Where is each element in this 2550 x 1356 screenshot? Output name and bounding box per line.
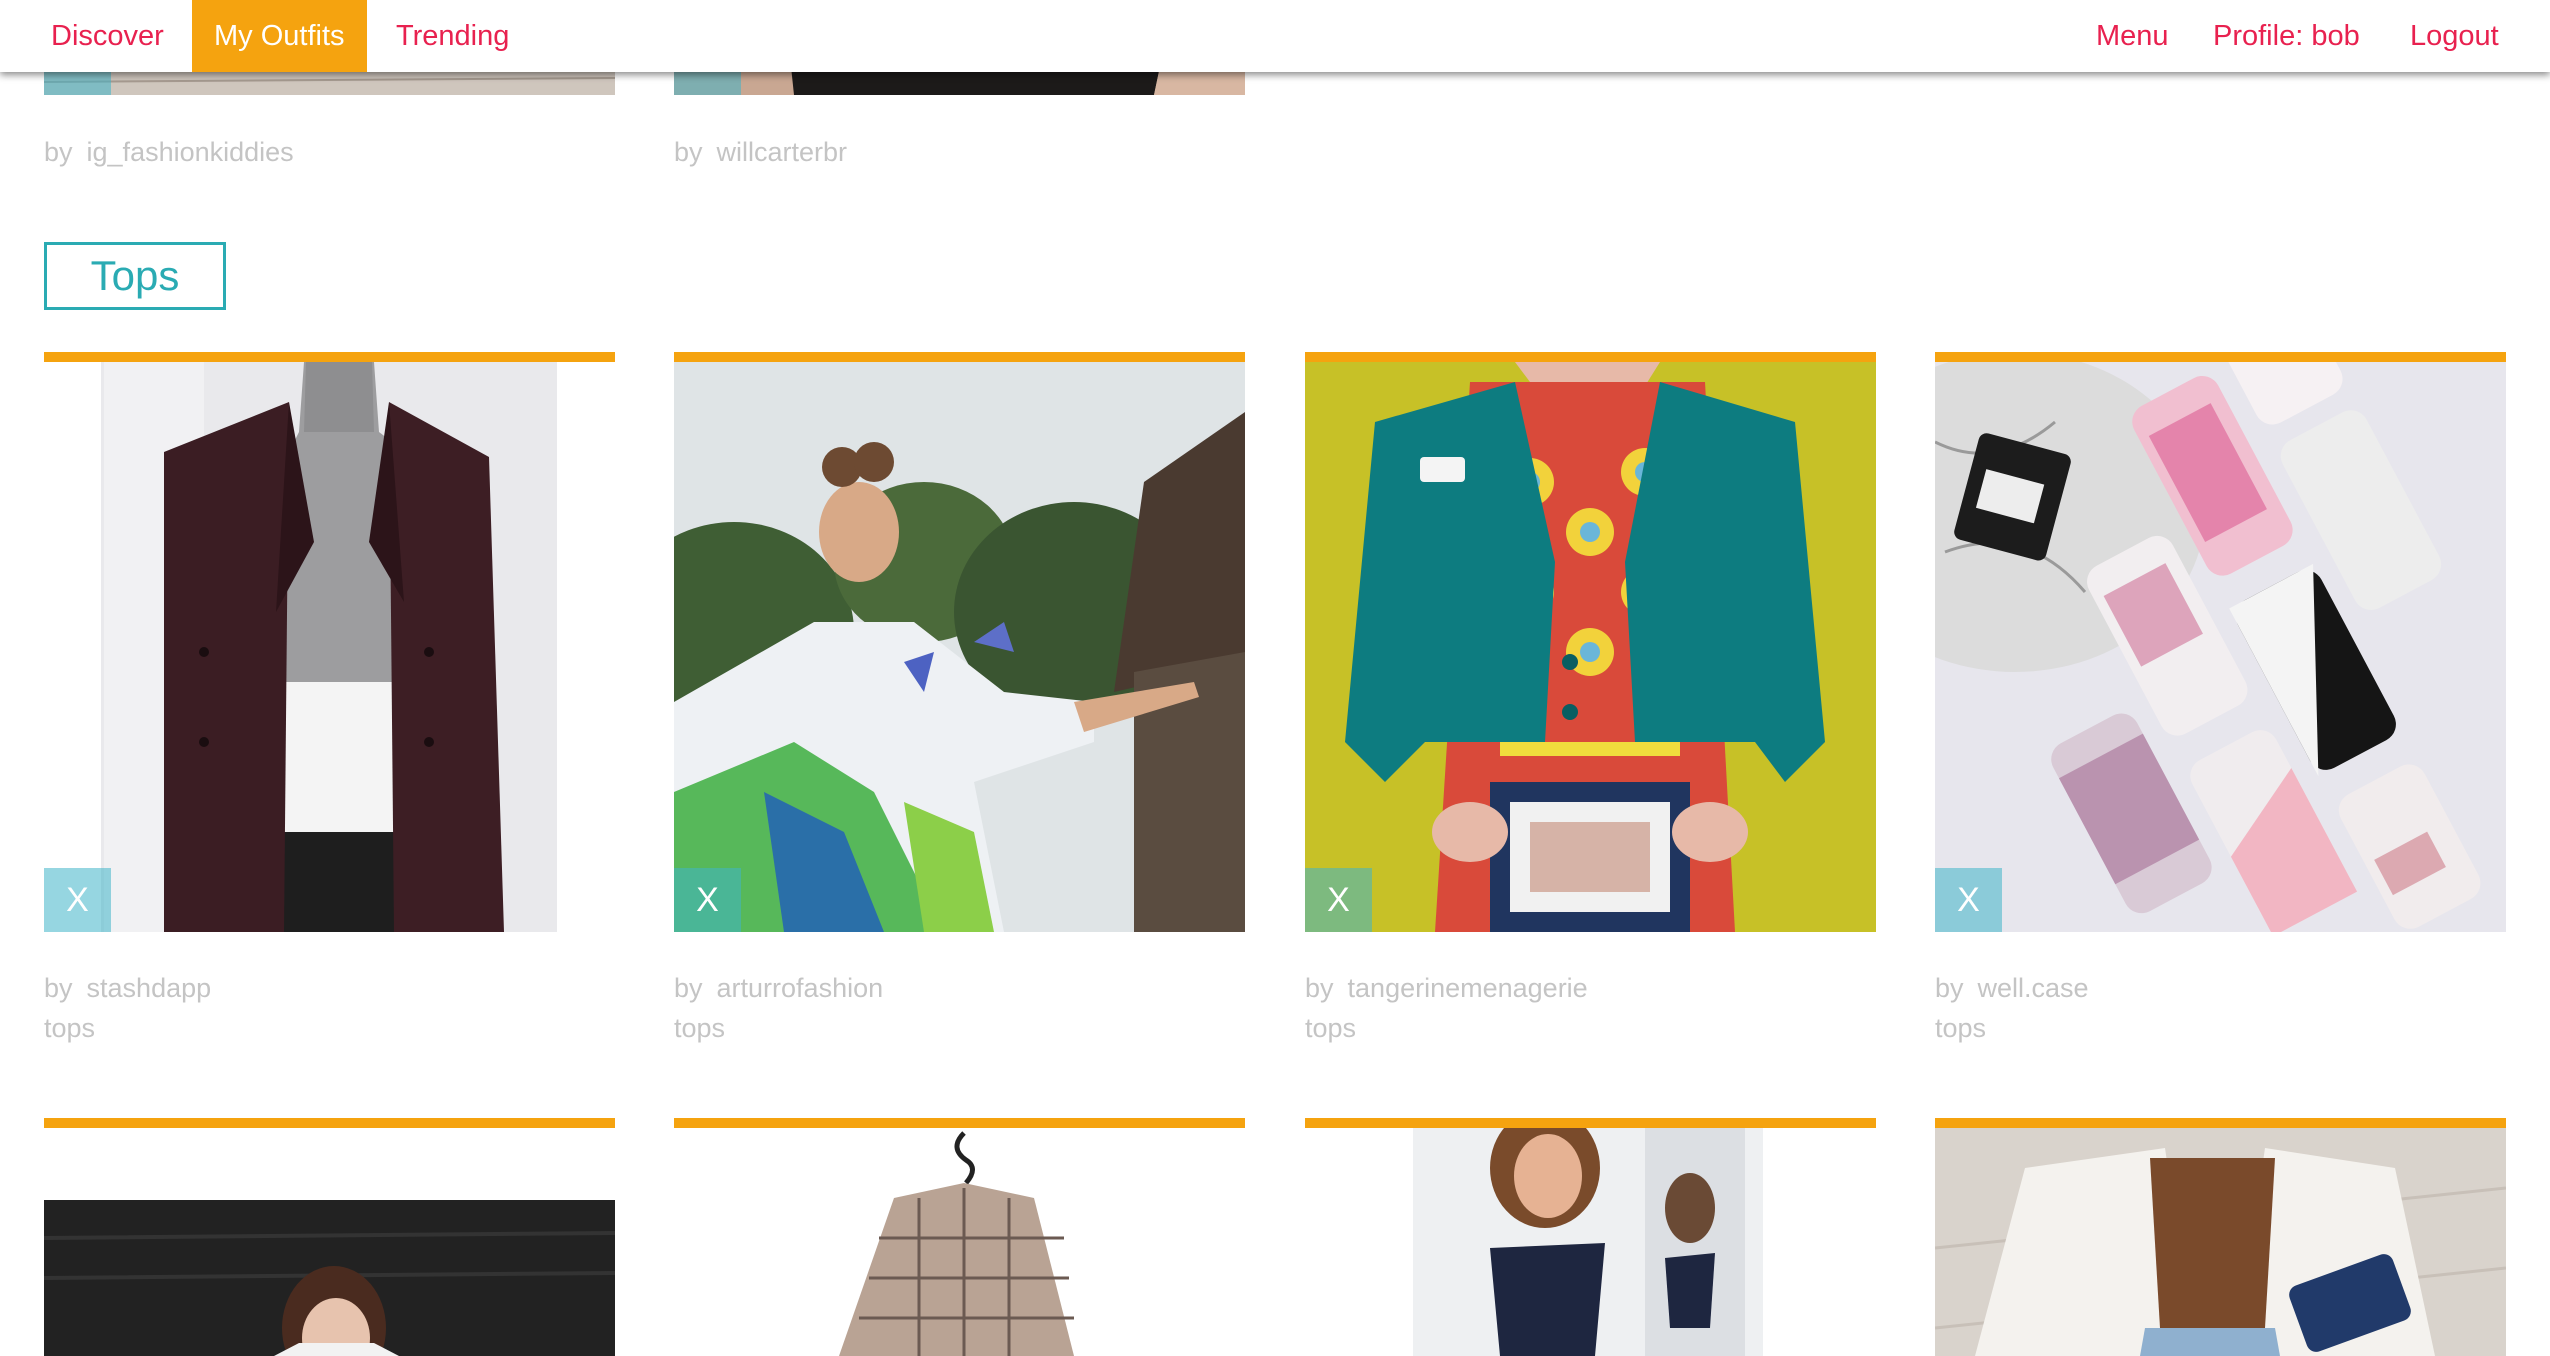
outfit-card[interactable]: X bbox=[1305, 352, 1876, 932]
by-label: by bbox=[44, 973, 73, 1003]
outfit-card[interactable]: X bbox=[674, 352, 1245, 932]
card-accent-bar bbox=[44, 1118, 615, 1128]
outfit-photo bbox=[674, 362, 1245, 932]
category-label: tops bbox=[44, 1013, 96, 1043]
author-byline: by stashdapp bbox=[44, 973, 211, 1004]
outfit-photo bbox=[1305, 362, 1876, 932]
outfit-card[interactable] bbox=[1305, 1118, 1876, 1356]
author-byline: by willcarterbr bbox=[674, 137, 847, 168]
card-accent-bar bbox=[44, 352, 615, 362]
by-label: by bbox=[674, 973, 703, 1003]
author-name[interactable]: well.case bbox=[1978, 973, 2089, 1003]
author-byline: by tangerinemenagerie bbox=[1305, 973, 1588, 1004]
outfit-photo bbox=[1935, 362, 2506, 932]
card-accent-bar bbox=[1305, 352, 1876, 362]
nav-menu[interactable]: Menu bbox=[2096, 0, 2169, 72]
outfit-card[interactable] bbox=[674, 1118, 1245, 1356]
author-name[interactable]: willcarterbr bbox=[717, 137, 848, 167]
card-accent-bar bbox=[1305, 1118, 1876, 1128]
remove-button[interactable]: X bbox=[1935, 868, 2002, 932]
nav-discover[interactable]: Discover bbox=[51, 0, 164, 72]
remove-button[interactable]: X bbox=[44, 868, 111, 932]
by-label: by bbox=[674, 137, 703, 167]
by-label: by bbox=[44, 137, 73, 167]
card-accent-bar bbox=[1935, 352, 2506, 362]
category-label: tops bbox=[674, 1013, 726, 1043]
remove-button[interactable]: X bbox=[1305, 868, 1372, 932]
category-label: tops bbox=[1935, 1013, 1987, 1043]
author-byline: by ig_fashionkiddies bbox=[44, 137, 294, 168]
author-name[interactable]: stashdapp bbox=[87, 973, 212, 1003]
category-label: tops bbox=[1305, 1013, 1357, 1043]
author-name[interactable]: ig_fashionkiddies bbox=[87, 137, 294, 167]
nav-my-outfits[interactable]: My Outfits bbox=[192, 0, 367, 72]
remove-button[interactable]: X bbox=[674, 868, 741, 932]
by-label: by bbox=[1305, 973, 1334, 1003]
author-name[interactable]: arturrofashion bbox=[717, 973, 884, 1003]
nav-trending[interactable]: Trending bbox=[396, 0, 509, 72]
author-byline: by well.case bbox=[1935, 973, 2089, 1004]
section-title-tops: Tops bbox=[44, 242, 226, 310]
nav-logout[interactable]: Logout bbox=[2410, 0, 2499, 72]
outfit-photo bbox=[44, 362, 615, 932]
outfit-card[interactable]: X bbox=[1935, 352, 2506, 932]
outfit-photo bbox=[1305, 1128, 1876, 1356]
card-accent-bar bbox=[674, 352, 1245, 362]
author-byline: by arturrofashion bbox=[674, 973, 883, 1004]
card-accent-bar bbox=[674, 1118, 1245, 1128]
outfit-photo bbox=[44, 1128, 615, 1356]
outfit-photo bbox=[674, 1128, 1245, 1356]
outfit-card[interactable] bbox=[44, 1118, 615, 1356]
outfit-card[interactable] bbox=[1935, 1118, 2506, 1356]
outfit-photo bbox=[1935, 1128, 2506, 1356]
outfit-card[interactable]: X bbox=[44, 352, 615, 932]
nav-profile[interactable]: Profile: bob bbox=[2213, 0, 2360, 72]
card-accent-bar bbox=[1935, 1118, 2506, 1128]
by-label: by bbox=[1935, 973, 1964, 1003]
author-name[interactable]: tangerinemenagerie bbox=[1348, 973, 1588, 1003]
top-nav: Discover My Outfits Trending Menu Profil… bbox=[0, 0, 2550, 72]
